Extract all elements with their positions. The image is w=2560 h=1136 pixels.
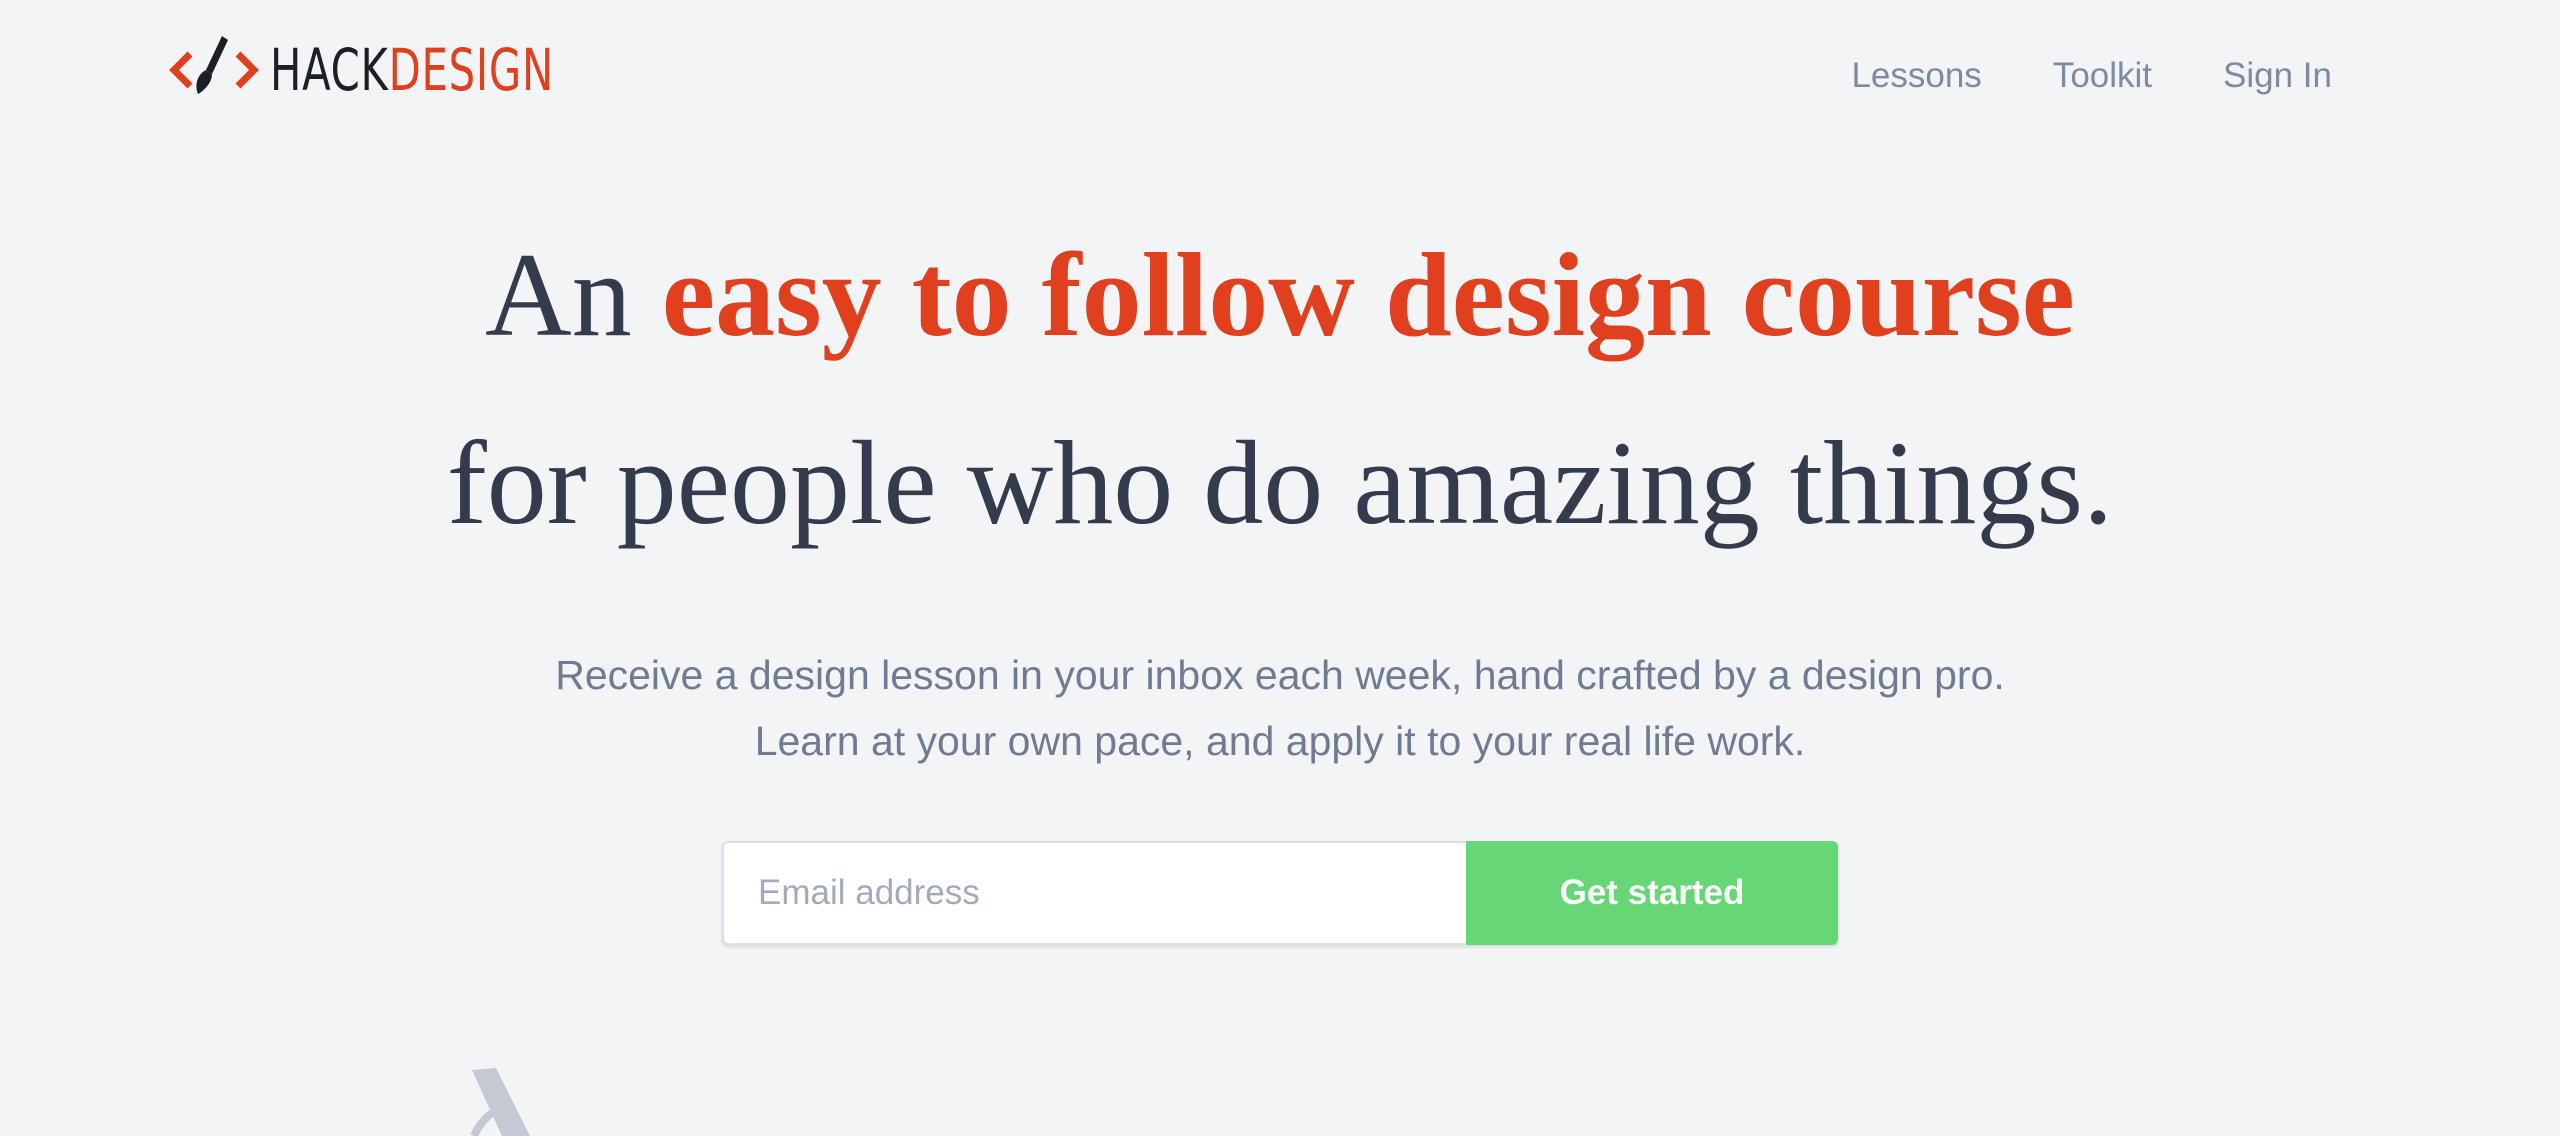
hero-prefix: An — [485, 228, 662, 361]
get-started-button[interactable]: Get started — [1466, 841, 1838, 945]
page: HACKDESIGN Lessons Toolkit Sign In An ea… — [0, 0, 2560, 1136]
hero-accent: easy to follow design course — [661, 228, 2075, 361]
subtitle-line-2: Learn at your own pace, and apply it to … — [754, 718, 1806, 764]
signup-form: Get started — [722, 841, 1838, 945]
pencil-illustration — [470, 1068, 530, 1136]
nav-link-toolkit[interactable]: Toolkit — [2053, 46, 2152, 106]
logo-design-text: DESIGN — [388, 36, 554, 104]
nav-link-sign-in[interactable]: Sign In — [2223, 46, 2332, 106]
hero-line-2: for people who do amazing things. — [446, 416, 2114, 549]
logo-link[interactable]: HACKDESIGN — [168, 30, 664, 110]
code-brackets-paintbrush-icon — [169, 36, 259, 94]
hero-line-1: An easy to follow design course — [0, 222, 2560, 368]
email-input[interactable] — [722, 841, 1466, 945]
top-nav: Lessons Toolkit Sign In — [1780, 46, 2332, 106]
hero-subtitle: Receive a design lesson in your inbox ea… — [0, 642, 2560, 774]
nav-link-lessons[interactable]: Lessons — [1851, 46, 1981, 106]
subtitle-line-1: Receive a design lesson in your inbox ea… — [555, 652, 2005, 698]
logo-wordmark: HACKDESIGN — [270, 30, 554, 110]
hero-heading: An easy to follow design course for peop… — [0, 222, 2560, 556]
logo-hack-text: HACK — [270, 36, 389, 104]
